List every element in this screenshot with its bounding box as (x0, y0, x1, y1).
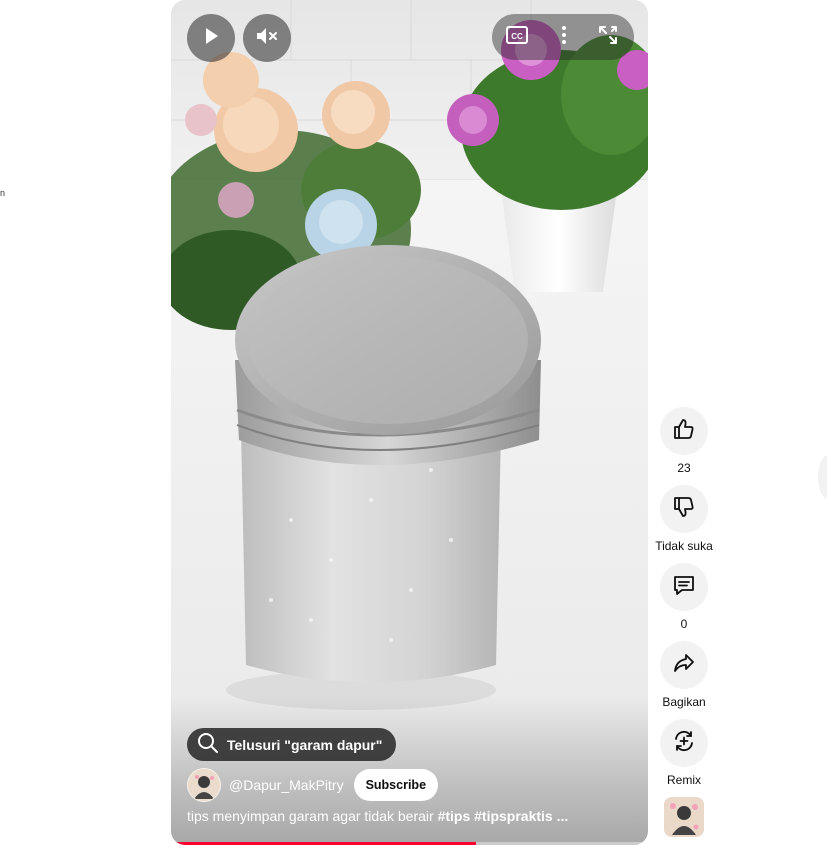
dislike-action: Tidak suka (655, 485, 713, 553)
share-icon (672, 651, 696, 680)
share-action: Bagikan (660, 641, 708, 709)
search-suggestion-chip[interactable]: Telusuri "garam dapur" (187, 728, 397, 761)
play-icon (201, 26, 221, 51)
fullscreen-button[interactable] (588, 14, 628, 60)
share-label: Bagikan (662, 695, 706, 709)
thumbs-up-icon (672, 417, 696, 446)
comments-button[interactable] (660, 563, 708, 611)
channel-handle[interactable]: @Dapur_MakPitry (229, 777, 344, 793)
remix-label: Remix (666, 773, 701, 787)
caption-text: tips menyimpan garam agar tidak berair (187, 808, 438, 824)
captions-label: CC (511, 32, 523, 41)
video-caption[interactable]: tips menyimpan garam agar tidak berair #… (187, 808, 627, 824)
more-vertical-icon (561, 25, 567, 50)
next-video-button[interactable] (818, 455, 827, 499)
remix-sound-thumbnail[interactable] (664, 797, 704, 837)
progress-bar[interactable] (171, 842, 648, 845)
remix-button[interactable] (660, 719, 708, 767)
share-button[interactable] (660, 641, 708, 689)
like-button[interactable] (660, 407, 708, 455)
thumbs-down-icon (672, 495, 696, 524)
remix-action: Remix (660, 719, 708, 787)
comments-action: 0 (660, 563, 708, 631)
fullscreen-icon (597, 24, 619, 51)
play-button[interactable] (187, 14, 235, 62)
player-top-right-controls: CC (492, 14, 634, 60)
like-count: 23 (677, 461, 691, 475)
comment-count: 0 (680, 617, 688, 631)
channel-row: @Dapur_MakPitry Subscribe (187, 768, 439, 802)
page-edge-fragment: n (0, 188, 6, 198)
dislike-button[interactable] (660, 485, 708, 533)
dislike-label: Tidak suka (655, 539, 713, 553)
subscribe-button[interactable]: Subscribe (353, 769, 439, 801)
comment-icon (672, 573, 696, 602)
closed-captions-icon: CC (506, 25, 528, 49)
caption-hashtags[interactable]: #tips #tipspraktis (438, 808, 553, 824)
volume-muted-icon (255, 25, 279, 52)
mute-button[interactable] (243, 14, 291, 62)
progress-bar-fill (171, 842, 477, 845)
search-icon (197, 732, 219, 757)
more-options-button[interactable] (550, 14, 578, 60)
search-chip-label: Telusuri "garam dapur" (227, 736, 383, 753)
remix-icon (672, 729, 696, 758)
channel-avatar[interactable] (187, 768, 221, 802)
captions-button[interactable]: CC (498, 14, 536, 60)
like-action: 23 (660, 407, 708, 475)
shorts-player[interactable]: CC Telusuri "garam dapur" @Dapur_MakPitr… (171, 0, 648, 845)
caption-ellipsis: ... (552, 808, 569, 824)
